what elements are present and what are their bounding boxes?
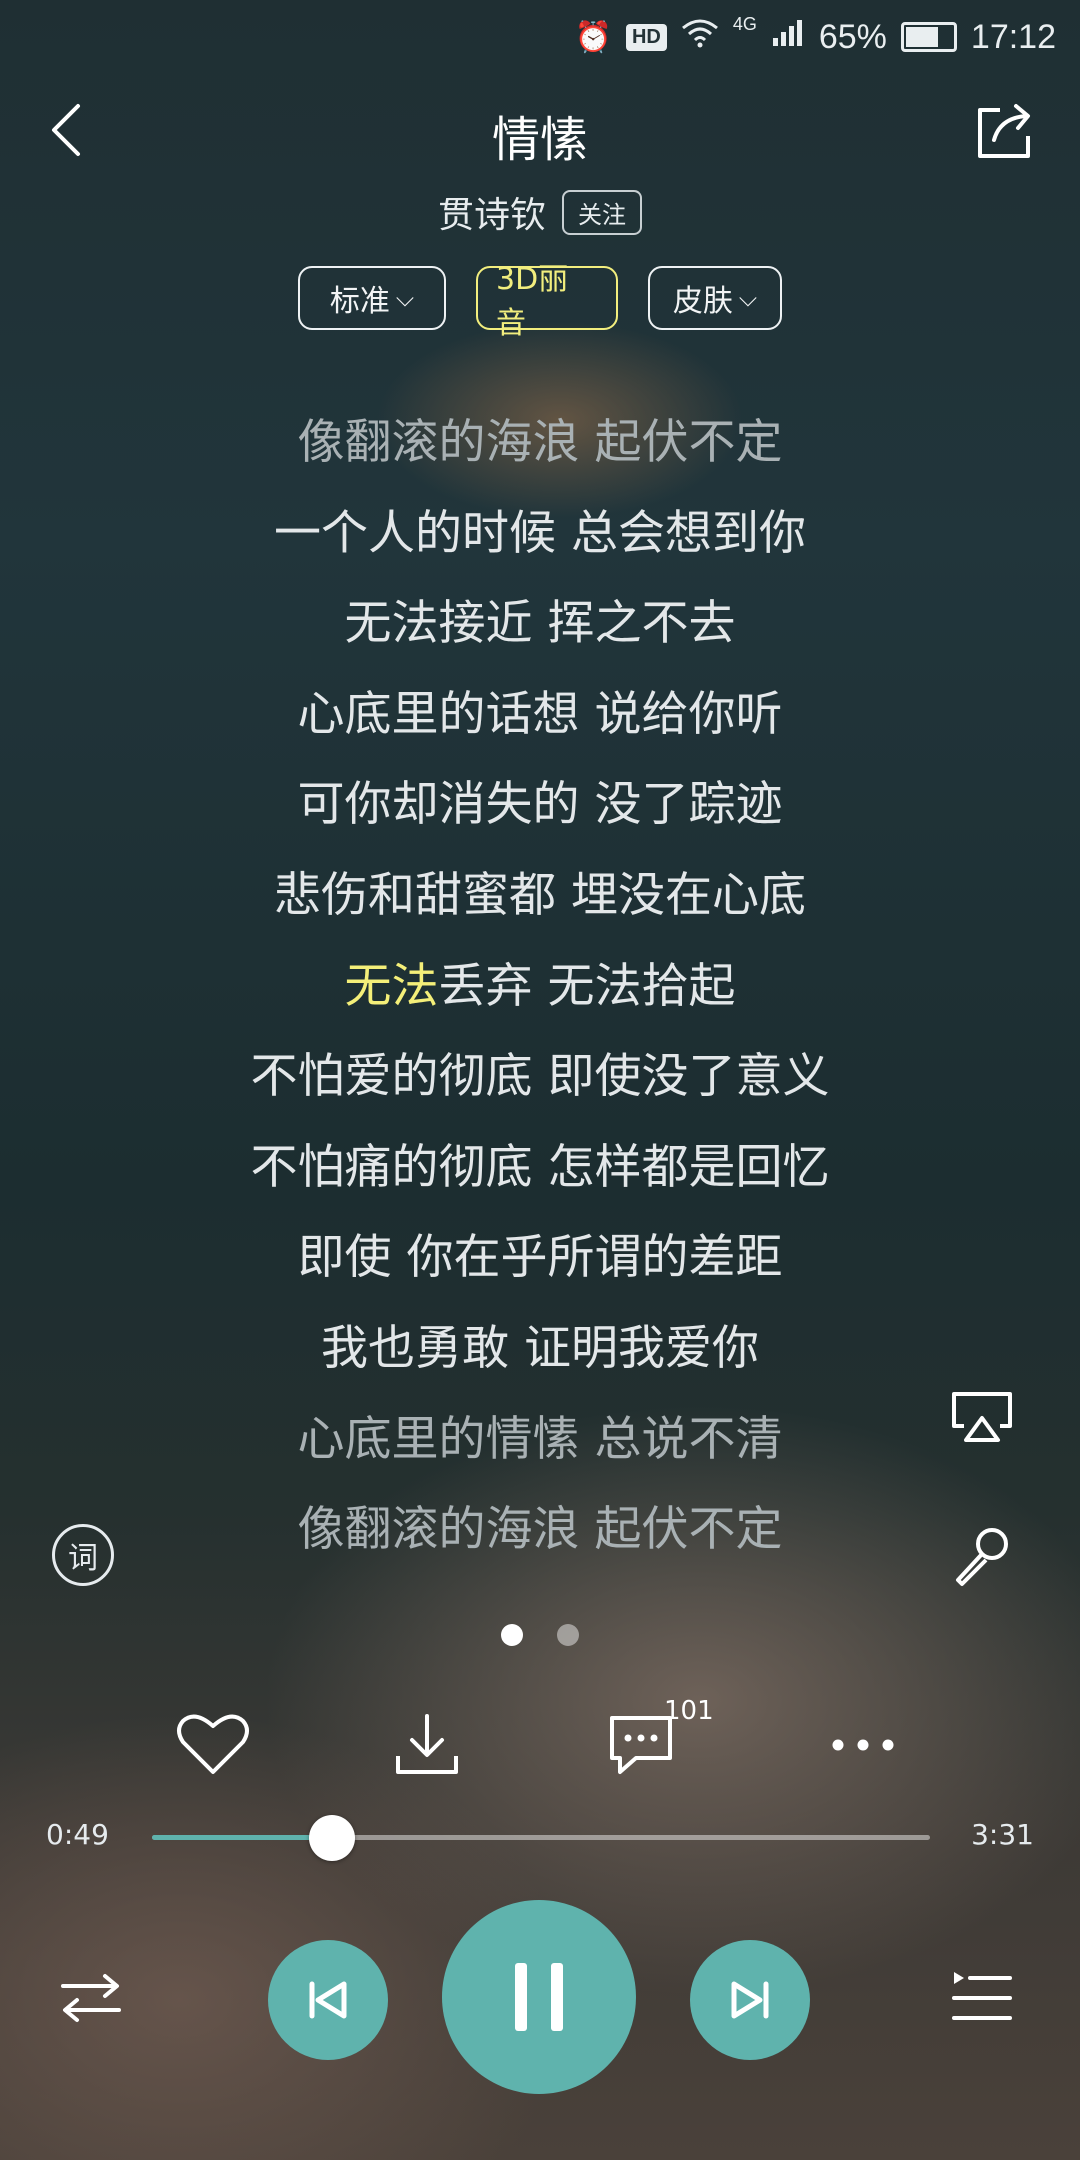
lyric-highlight: 无法	[344, 958, 439, 1014]
more-button[interactable]	[818, 1700, 908, 1790]
song-title: 情愫	[491, 112, 588, 168]
page-dot	[557, 1624, 579, 1646]
status-bar: ⏰ HD 4G 65% 17:12	[0, 0, 1080, 74]
total-time: 3:31	[971, 1818, 1034, 1851]
lyrics-panel[interactable]: 像翻滚的海浪 起伏不定 一个人的时候 总会想到你 无法接近 挥之不去 心底里的话…	[0, 398, 1080, 1576]
lyric-line: 可你却消失的 没了踪迹	[297, 777, 783, 833]
lyric-line: 心底里的情愫 总说不清	[297, 1411, 783, 1467]
sound-effect-button[interactable]: 3D丽音	[476, 262, 618, 341]
lyric-line: 不怕痛的彻底 怎样都是回忆	[250, 1139, 830, 1195]
lyric-line: 像翻滚的海浪 起伏不定	[297, 415, 783, 470]
seek-bar-thumb[interactable]	[309, 1815, 356, 1861]
player-screen: ⏰ HD 4G 65% 17:12 情愫 贯诗钦 关注 标准 ⌵ 3D丽音 皮肤…	[0, 0, 1080, 2160]
playlist-button[interactable]	[950, 1966, 1014, 2030]
repeat-order-icon	[61, 1974, 121, 2022]
page-indicator	[0, 1624, 1080, 1646]
quality-dropdown[interactable]: 标准 ⌵	[298, 266, 446, 330]
skin-dropdown[interactable]: 皮肤 ⌵	[648, 266, 782, 330]
transport-controls	[0, 1900, 1080, 2100]
pause-icon	[515, 1963, 563, 2031]
lyric-line: 无法接近 挥之不去	[344, 596, 736, 652]
playlist-icon	[952, 1972, 1012, 2020]
hd-badge: HD	[625, 23, 667, 51]
follow-button[interactable]: 关注	[562, 189, 642, 235]
share-icon	[978, 104, 1030, 158]
sound-effect-label: 3D丽音	[496, 262, 569, 341]
karaoke-button[interactable]	[950, 1524, 1014, 1588]
microphone-icon	[956, 1528, 1008, 1586]
lyrics-mode-button[interactable]: 词	[52, 1524, 114, 1586]
lyric-line-current: 无法丢弃 无法拾起	[345, 942, 736, 1033]
lyric-line: 我也勇敢 证明我爱你	[321, 1320, 759, 1376]
lyrics-mode-label: 词	[68, 1541, 98, 1576]
play-mode-button[interactable]	[56, 1968, 126, 2028]
skip-previous-icon	[309, 1981, 347, 2019]
option-pills: 标准 ⌵ 3D丽音 皮肤 ⌵	[0, 262, 1080, 341]
airplay-icon	[952, 1392, 1012, 1442]
download-icon	[396, 1714, 458, 1774]
seek-bar[interactable]	[152, 1835, 930, 1840]
download-button[interactable]	[382, 1700, 472, 1790]
page-dot-active	[501, 1624, 523, 1646]
artist-name[interactable]: 贯诗钦	[438, 186, 546, 238]
artist-row: 贯诗钦 关注	[0, 186, 1080, 238]
signal-icon	[771, 18, 805, 57]
quality-label: 标准	[329, 284, 390, 319]
seek-bar-played	[152, 1835, 333, 1840]
next-track-button[interactable]	[690, 1940, 810, 2060]
lyric-line: 即使 你在乎所谓的差距	[297, 1230, 783, 1286]
lyric-line: 心底里的话想 说给你听	[297, 686, 783, 742]
alarm-clock-icon: ⏰	[574, 20, 612, 54]
previous-track-button[interactable]	[268, 1940, 388, 2060]
lyric-current-rest: 丢弃 无法拾起	[438, 958, 736, 1014]
comment-count: 101	[664, 1696, 714, 1726]
share-button[interactable]	[970, 96, 1040, 166]
lyric-line: 像翻滚的海浪 起伏不定	[297, 1502, 783, 1558]
battery-icon	[900, 22, 957, 52]
skin-label: 皮肤	[672, 284, 733, 319]
chevron-down-icon: ⌵	[738, 284, 758, 312]
chevron-down-icon: ⌵	[395, 284, 415, 312]
airplay-button[interactable]	[950, 1390, 1014, 1444]
pause-button[interactable]	[442, 1900, 636, 2094]
lyric-line: 悲伤和甜蜜都 埋没在心底	[274, 867, 806, 923]
skip-next-icon	[731, 1981, 769, 2019]
heart-icon	[177, 1714, 249, 1774]
lyric-line: 不怕爱的彻底 即使没了意义	[250, 1049, 830, 1105]
battery-percent: 65%	[818, 17, 887, 56]
action-row	[0, 1700, 1080, 1790]
more-dots-icon	[832, 1739, 894, 1751]
wifi-icon	[681, 18, 719, 56]
clock: 17:12	[970, 17, 1056, 56]
current-time: 0:49	[46, 1818, 109, 1851]
network-type: 4G	[732, 14, 757, 34]
lyric-line: 一个人的时候 总会想到你	[274, 505, 806, 561]
like-button[interactable]	[168, 1700, 258, 1790]
